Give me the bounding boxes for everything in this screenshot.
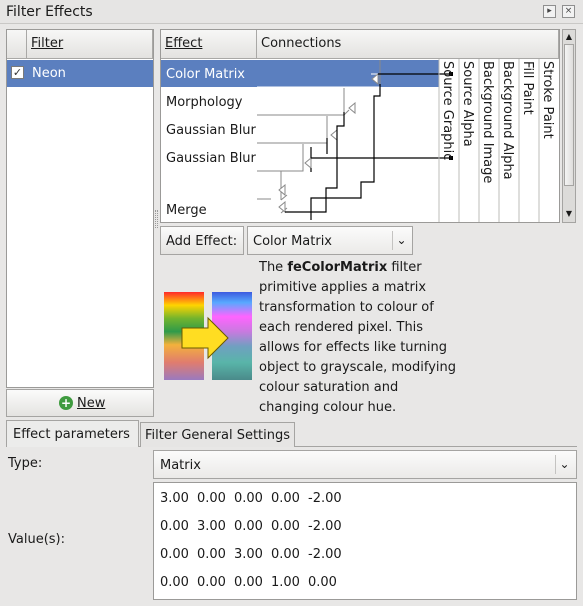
matrix-cell[interactable]: 0.00 [197, 575, 226, 590]
matrix-cell[interactable]: 0.00 [160, 519, 189, 534]
filter-column-header[interactable]: Filter [27, 30, 153, 59]
color-matrix-illustration [164, 292, 252, 380]
effect-description: The feColorMatrix filter primitive appli… [259, 260, 457, 415]
matrix-cell[interactable]: 0.00 [234, 575, 263, 590]
matrix-cell[interactable]: 0.00 [234, 519, 263, 534]
filter-name: Neon [32, 66, 66, 81]
matrix-cell[interactable]: 0.00 [197, 547, 226, 562]
add-effect-select[interactable]: Color Matrix ⌄ [247, 226, 413, 255]
source-graphic-label: Source Graphic [440, 61, 455, 161]
filter-check-header[interactable] [7, 30, 27, 59]
matrix-cell[interactable]: 0.00 [271, 491, 300, 506]
chevron-down-icon: ⌄ [555, 455, 573, 474]
pane-splitter[interactable] [155, 210, 158, 228]
scroll-down-icon[interactable]: ▼ [564, 208, 574, 220]
values-label: Value(s): [8, 532, 65, 547]
add-effect-button[interactable]: Add Effect: [160, 226, 244, 255]
add-icon: + [59, 396, 73, 410]
background-alpha-label: Background Alpha [500, 61, 515, 180]
effects-scrollbar[interactable]: ▲ ▼ [562, 29, 576, 223]
matrix-cell[interactable]: 0.00 [271, 547, 300, 562]
matrix-cell[interactable]: 0.00 [160, 547, 189, 562]
fill-paint-label: Fill Paint [520, 61, 535, 115]
matrix-cell[interactable]: 1.00 [271, 575, 300, 590]
title-bar: Filter Effects ▸ × [0, 0, 583, 24]
source-alpha-label: Source Alpha [460, 61, 475, 147]
matrix-cell[interactable]: -2.00 [308, 491, 342, 506]
filter-row-neon[interactable]: ✓ Neon [7, 60, 153, 87]
matrix-cell[interactable]: 0.00 [234, 491, 263, 506]
matrix-cell[interactable]: 3.00 [197, 519, 226, 534]
background-image-label: Background Image [480, 61, 495, 184]
scroll-up-icon[interactable]: ▲ [564, 31, 574, 43]
filter-list[interactable]: Filter ✓ Neon [6, 29, 154, 388]
matrix-cell[interactable]: 0.00 [271, 519, 300, 534]
chevron-down-icon: ⌄ [392, 231, 410, 250]
detach-icon[interactable]: ▸ [543, 5, 556, 18]
type-select[interactable]: Matrix ⌄ [153, 450, 577, 479]
filter-checkbox[interactable]: ✓ [11, 66, 24, 79]
matrix-cell[interactable]: 0.00 [160, 575, 189, 590]
window-title: Filter Effects [6, 4, 93, 20]
matrix-cell[interactable]: -2.00 [308, 547, 342, 562]
matrix-values[interactable]: 3.00 0.00 0.00 0.00 -2.00 0.00 3.00 0.00 0.00 -2.… [153, 482, 577, 600]
scroll-thumb[interactable] [564, 44, 574, 186]
matrix-cell[interactable]: -2.00 [308, 519, 342, 534]
stroke-paint-label: Stroke Paint [540, 61, 555, 139]
matrix-cell[interactable]: 3.00 [234, 547, 263, 562]
tab-effect-parameters[interactable]: Effect parameters [6, 420, 139, 447]
matrix-cell[interactable]: 0.00 [308, 575, 337, 590]
effect-description-name: feColorMatrix [287, 260, 388, 275]
tab-filter-general-settings[interactable]: Filter General Settings [140, 422, 295, 447]
effects-list[interactable]: Effect Connections Color Matrix Morpholo… [160, 29, 560, 223]
new-button-label: New [77, 396, 106, 411]
matrix-cell[interactable]: 3.00 [160, 491, 189, 506]
type-label: Type: [8, 456, 43, 471]
matrix-cell[interactable]: 0.00 [197, 491, 226, 506]
new-filter-button[interactable]: + New [6, 389, 154, 417]
close-icon[interactable]: × [562, 5, 575, 18]
